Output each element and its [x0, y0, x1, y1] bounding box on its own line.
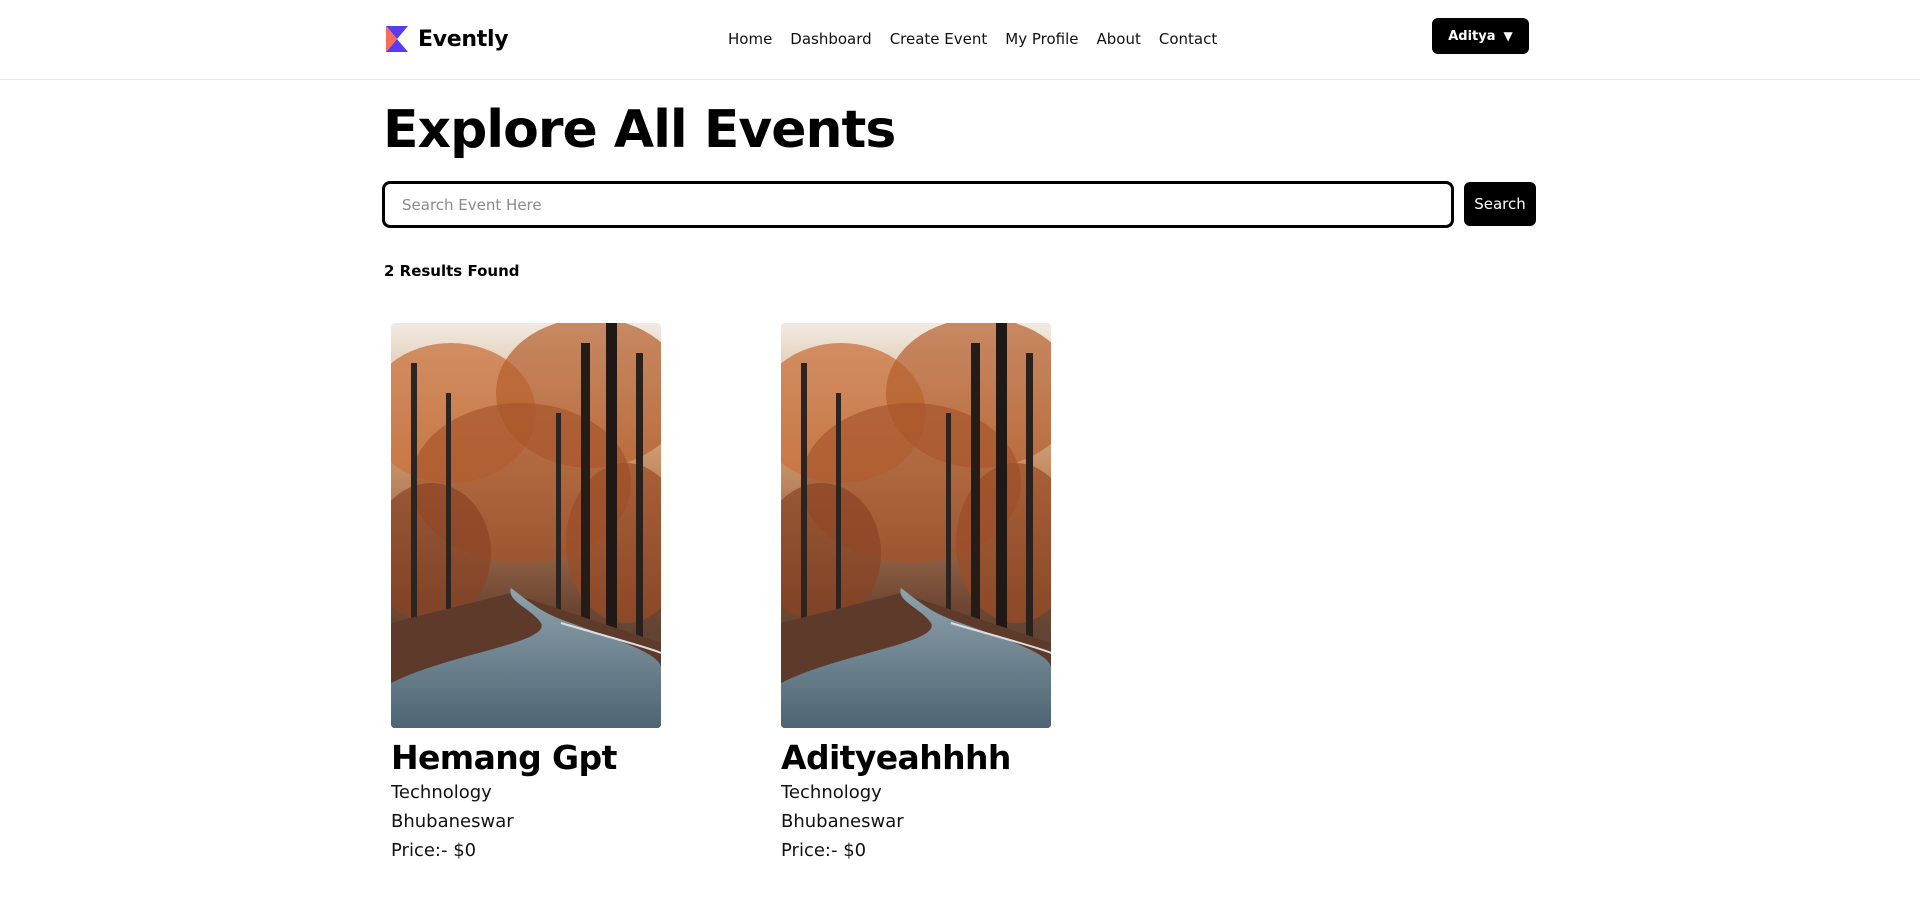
brand-link[interactable]: Evently — [384, 24, 509, 54]
brand-name: Evently — [418, 26, 509, 52]
top-navbar: Evently Home Dashboard Create Event My P… — [0, 0, 1920, 80]
search-input[interactable] — [382, 181, 1454, 228]
user-menu-button[interactable]: Aditya ▼ — [1432, 18, 1529, 54]
event-card[interactable]: Adityeahhhh Technology Bhubaneswar Price… — [781, 323, 1053, 865]
nav-dashboard[interactable]: Dashboard — [790, 30, 871, 48]
user-name: Aditya — [1448, 28, 1496, 44]
event-image — [781, 323, 1051, 728]
page-title: Explore All Events — [383, 100, 896, 160]
evently-logo-icon — [386, 26, 408, 52]
nav-create-event[interactable]: Create Event — [890, 30, 988, 48]
nav-contact[interactable]: Contact — [1159, 30, 1217, 48]
nav-about[interactable]: About — [1097, 30, 1141, 48]
nav-my-profile[interactable]: My Profile — [1005, 30, 1078, 48]
nav-home[interactable]: Home — [728, 30, 772, 48]
event-location: Bhubaneswar — [781, 811, 904, 832]
results-count: 2 Results Found — [384, 262, 520, 280]
event-price: Price:- $0 — [781, 840, 867, 861]
event-title: Adityeahhhh — [781, 738, 1011, 777]
event-title: Hemang Gpt — [391, 738, 617, 777]
event-card[interactable]: Hemang Gpt Technology Bhubaneswar Price:… — [391, 323, 663, 865]
event-image — [391, 323, 661, 728]
chevron-down-icon: ▼ — [1503, 29, 1513, 43]
event-category: Technology — [391, 782, 492, 803]
event-location: Bhubaneswar — [391, 811, 514, 832]
event-category: Technology — [781, 782, 882, 803]
search-button[interactable]: Search — [1464, 182, 1536, 226]
main-nav: Home Dashboard Create Event My Profile A… — [728, 28, 1217, 50]
event-price: Price:- $0 — [391, 840, 477, 861]
